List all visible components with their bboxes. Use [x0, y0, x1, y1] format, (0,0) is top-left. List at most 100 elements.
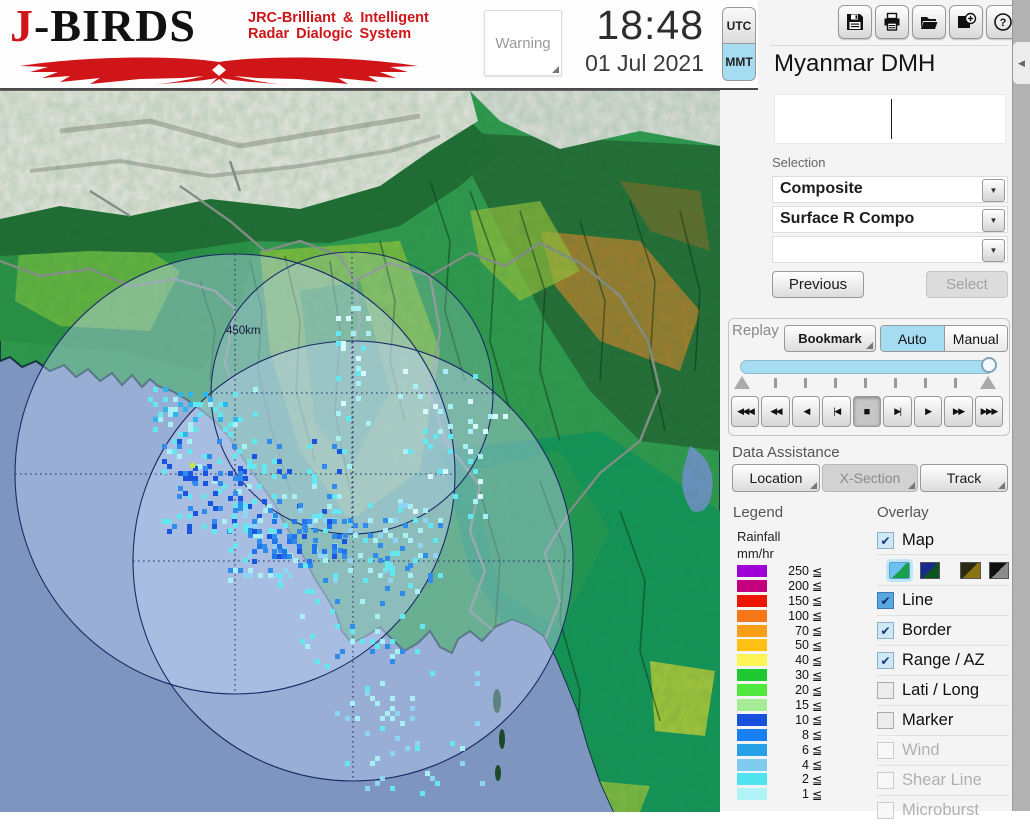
legend-row: 70≦	[737, 625, 822, 637]
checkbox[interactable]: ✔	[877, 652, 894, 669]
replay-slider[interactable]	[740, 360, 994, 374]
window-edge: ◀	[1012, 0, 1030, 811]
panel-collapse-tab[interactable]: ◀	[1013, 42, 1030, 84]
legend-lte-symbol: ≦	[812, 787, 822, 802]
chevron-down-icon[interactable]: ▼	[982, 179, 1005, 202]
radar-map[interactable]: 450km	[0, 91, 720, 812]
legend-units: Rainfall mm/hr	[737, 528, 780, 562]
playback-stepfwd-button[interactable]: ▶|	[883, 396, 911, 427]
legend-swatch	[737, 565, 767, 577]
overlay-item-label: Line	[902, 591, 933, 610]
legend-value: 200	[767, 579, 809, 593]
playback-fwd3-button[interactable]: ▶▶▶	[975, 396, 1003, 427]
overlay-item-label: Lati / Long	[902, 681, 979, 700]
mmt-button[interactable]: MMT	[722, 44, 756, 81]
timezone-toggle: UTC MMT	[722, 7, 756, 81]
panel-divider	[770, 45, 1008, 46]
collapse-arrow-icon: ◀	[1018, 58, 1025, 69]
playback-play-button[interactable]: ▶	[914, 396, 942, 427]
location-button[interactable]: Location	[732, 464, 820, 492]
map-style-swatch-dark-olive[interactable]	[960, 562, 981, 579]
checkbox[interactable]: ✔	[877, 592, 894, 609]
legend-row: 250≦	[737, 565, 822, 577]
overlay-row-marker: Marker	[877, 705, 1009, 735]
save-button[interactable]	[838, 5, 872, 39]
legend-value: 250	[767, 564, 809, 578]
checkbox[interactable]	[877, 682, 894, 699]
legend-row: 100≦	[737, 610, 822, 622]
legend-value: 8	[767, 728, 809, 742]
playback-stop-button[interactable]: ■	[853, 396, 881, 427]
jbirds-logo: J-BIRDS JRC-Brilliant & Intelligent Rada…	[10, 2, 430, 86]
checkbox	[877, 742, 894, 759]
checkbox[interactable]	[877, 712, 894, 729]
range-end-marker[interactable]	[980, 376, 996, 389]
map-style-swatch-blue-green[interactable]	[889, 562, 910, 579]
legend-swatch	[737, 759, 767, 771]
radar-map-viewport[interactable]: 450km	[0, 90, 720, 811]
chevron-down-icon[interactable]: ▼	[982, 239, 1005, 262]
xsection-button[interactable]: X-Section	[822, 464, 918, 492]
playback-rew2-button[interactable]: ◀◀	[761, 396, 789, 427]
product-type-dropdown[interactable]: Surface R Compo ▼	[772, 206, 1008, 233]
legend-value: 150	[767, 594, 809, 608]
legend-swatch	[737, 654, 767, 666]
dropdown-value: Composite	[780, 180, 863, 198]
legend-lte-symbol: ≦	[812, 757, 822, 772]
chevron-down-icon[interactable]: ▼	[982, 209, 1005, 232]
capture-add-icon	[956, 12, 977, 33]
print-button[interactable]	[875, 5, 909, 39]
legend-swatch	[737, 595, 767, 607]
legend-value: 30	[767, 668, 809, 682]
replay-tick	[924, 378, 927, 388]
legend-value: 1	[767, 787, 809, 801]
track-button[interactable]: Track	[920, 464, 1008, 492]
overlay-item-label: Range / AZ	[902, 651, 985, 670]
checkbox[interactable]: ✔	[877, 532, 894, 549]
playback-fwd2-button[interactable]: ▶▶	[944, 396, 972, 427]
legend-swatch	[737, 625, 767, 637]
legend-row: 40≦	[737, 654, 822, 666]
range-start-marker[interactable]	[734, 376, 750, 389]
overlay-item-label: Shear Line	[902, 771, 982, 790]
playback-rew1-button[interactable]: ◀	[792, 396, 820, 427]
overlay-row-line: ✔ Line	[877, 585, 1009, 615]
eagle-icon	[14, 54, 424, 86]
product-group-dropdown[interactable]: Composite ▼	[772, 176, 1008, 203]
replay-slider-handle[interactable]	[981, 357, 997, 373]
legend-row: 8≦	[737, 729, 822, 741]
legend-swatch	[737, 729, 767, 741]
product-option-dropdown[interactable]: ▼	[772, 236, 1008, 263]
legend-lte-symbol: ≦	[812, 772, 822, 787]
manual-button[interactable]: Manual	[945, 326, 1008, 351]
legend-row: 15≦	[737, 699, 822, 711]
replay-tick	[864, 378, 867, 388]
map-style-swatch-navy-darkgreen[interactable]	[920, 562, 941, 579]
utc-button[interactable]: UTC	[722, 7, 756, 44]
legend-lte-symbol: ≦	[812, 593, 822, 608]
auto-button[interactable]: Auto	[881, 326, 945, 351]
legend-label: Legend	[733, 504, 783, 521]
replay-label: Replay	[732, 322, 779, 339]
capture-add-button[interactable]	[949, 5, 983, 39]
previous-button[interactable]: Previous	[772, 271, 864, 298]
overlay-list: ✔Map✔Line✔Border✔Range / AZLati / LongMa…	[877, 527, 1009, 825]
legend-lte-symbol: ≦	[812, 727, 822, 742]
select-button[interactable]: Select	[926, 271, 1008, 298]
data-assistance-label: Data Assistance	[732, 444, 840, 461]
legend-row: 4≦	[737, 759, 822, 771]
control-panel: ? Myanmar DMH Selection Composite ▼ Surf…	[720, 0, 1012, 811]
title-bar: J-BIRDS JRC-Brilliant & Intelligent Rada…	[0, 0, 758, 90]
site-name: Myanmar DMH	[774, 50, 935, 78]
legend-row: 200≦	[737, 580, 822, 592]
playback-rew3-button[interactable]: ◀◀◀	[731, 396, 759, 427]
playback-stepback-button[interactable]: |◀	[822, 396, 850, 427]
print-icon	[882, 12, 902, 32]
legend-lte-symbol: ≦	[812, 623, 822, 638]
bookmark-button[interactable]: Bookmark	[784, 325, 876, 352]
checkbox[interactable]: ✔	[877, 622, 894, 639]
overlay-item-label: Map	[902, 531, 934, 550]
map-style-swatch-black-gray[interactable]	[989, 562, 1010, 579]
legend-lte-symbol: ≦	[812, 698, 822, 713]
open-folder-button[interactable]	[912, 5, 946, 39]
